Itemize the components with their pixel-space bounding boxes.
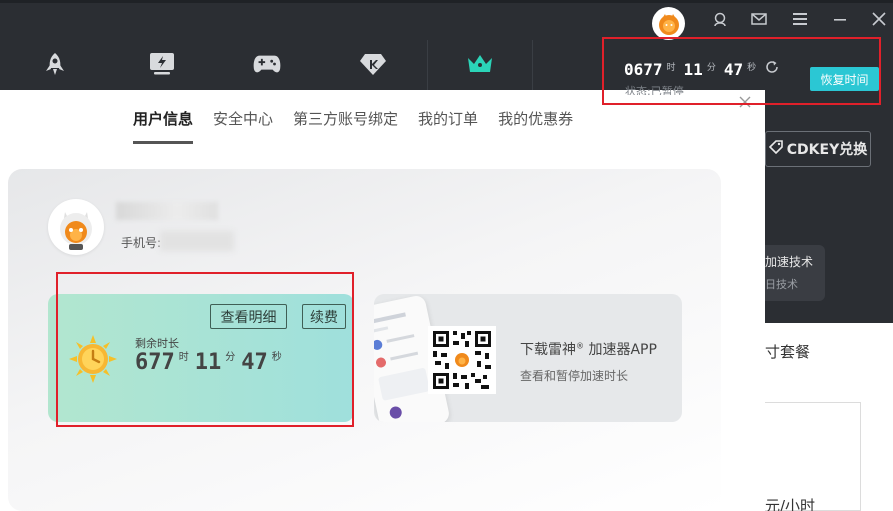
- timer-seconds: 47: [723, 60, 744, 79]
- app-title-brand: 下载雷神: [520, 342, 576, 358]
- remain-seconds: 47: [241, 350, 268, 375]
- tech-subtitle: 日技术: [765, 278, 798, 291]
- tab-security[interactable]: 安全中心: [213, 108, 273, 144]
- tech-title: 加速技术: [765, 255, 814, 269]
- remaining-time-card: 查看明细 续费 剩余时长 677 时 11 分 47 秒: [48, 294, 354, 422]
- cdkey-redeem-button[interactable]: CDKEY兑换: [765, 131, 871, 167]
- crown-icon[interactable]: [465, 50, 495, 78]
- timer-highlight-box: 0677 时 11 分 47 秒 状态:已暂停 恢复时间: [602, 37, 881, 105]
- tab-coupons[interactable]: 我的优惠券: [498, 108, 573, 144]
- menu-icon[interactable]: [790, 9, 810, 29]
- timer-hours: 0677: [624, 60, 663, 79]
- rocket-icon[interactable]: [40, 50, 70, 78]
- remain-minutes-unit: 分: [225, 352, 236, 363]
- support-icon[interactable]: [710, 9, 730, 29]
- remain-minutes: 11: [194, 350, 222, 375]
- view-details-button[interactable]: 查看明细: [210, 304, 287, 329]
- remain-hours-unit: 时: [178, 352, 189, 363]
- app-title-registered: ®: [576, 341, 584, 351]
- timer-minutes: 11: [683, 60, 703, 79]
- refresh-icon[interactable]: [764, 59, 780, 75]
- remain-seconds-unit: 秒: [271, 352, 282, 363]
- remain-hours: 677: [135, 350, 175, 375]
- tab-third-party[interactable]: 第三方账号绑定: [293, 108, 398, 144]
- diamond-icon[interactable]: [358, 50, 388, 78]
- monitor-icon[interactable]: [147, 50, 177, 78]
- gamepad-icon[interactable]: [252, 50, 282, 78]
- tab-orders[interactable]: 我的订单: [418, 108, 478, 144]
- timer-status: 状态:已暂停: [625, 85, 684, 95]
- username-blurred: [116, 202, 218, 220]
- app-download-title: 下载雷神® 加速器APP: [520, 339, 657, 359]
- timer-seconds-unit: 秒: [747, 63, 757, 73]
- remaining-time-label: 剩余时长: [135, 337, 179, 350]
- phone-label: 手机号:: [121, 236, 162, 250]
- user-info-card: 手机号: 查看明细 续费 剩余时长 677 时 11 分 47 秒 下载雷神® …: [8, 169, 721, 511]
- minimize-icon[interactable]: [830, 9, 850, 29]
- phone-number-blurred: [160, 231, 234, 251]
- user-avatar[interactable]: [48, 199, 104, 255]
- nav-separator: [427, 40, 428, 90]
- app-download-subtitle: 查看和暂停加速时长: [520, 369, 629, 383]
- timer-hours-unit: 时: [666, 63, 676, 73]
- qr-code: [428, 326, 496, 394]
- cdkey-label: CDKEY兑换: [786, 142, 868, 158]
- title-strip: [0, 0, 893, 3]
- app-download-card: 下载雷神® 加速器APP 查看和暂停加速时长: [374, 294, 682, 422]
- timer-minutes-unit: 分: [706, 63, 716, 73]
- user-avatar-small[interactable]: [652, 7, 685, 40]
- modal-tabs: 用户信息 安全中心 第三方账号绑定 我的订单 我的优惠券: [133, 108, 573, 144]
- renew-button[interactable]: 续费: [302, 304, 346, 329]
- header-timer: 0677 时 11 分 47 秒: [624, 60, 764, 79]
- user-modal: 用户信息 安全中心 第三方账号绑定 我的订单 我的优惠券 手机号: 查看明细 续…: [0, 90, 765, 511]
- close-window-icon[interactable]: [869, 9, 889, 29]
- package-heading: 寸套餐: [765, 343, 811, 361]
- app-title-rest: 加速器APP: [584, 342, 657, 358]
- sun-clock-icon: [68, 334, 118, 384]
- tag-icon: [768, 140, 783, 158]
- restore-time-button[interactable]: 恢复时间: [810, 67, 879, 91]
- nav-separator: [532, 40, 533, 90]
- remaining-time-value: 677 时 11 分 47 秒: [135, 350, 288, 375]
- tab-user-info[interactable]: 用户信息: [133, 108, 194, 144]
- package-price: 元/小时: [765, 497, 816, 511]
- mail-icon[interactable]: [749, 9, 769, 29]
